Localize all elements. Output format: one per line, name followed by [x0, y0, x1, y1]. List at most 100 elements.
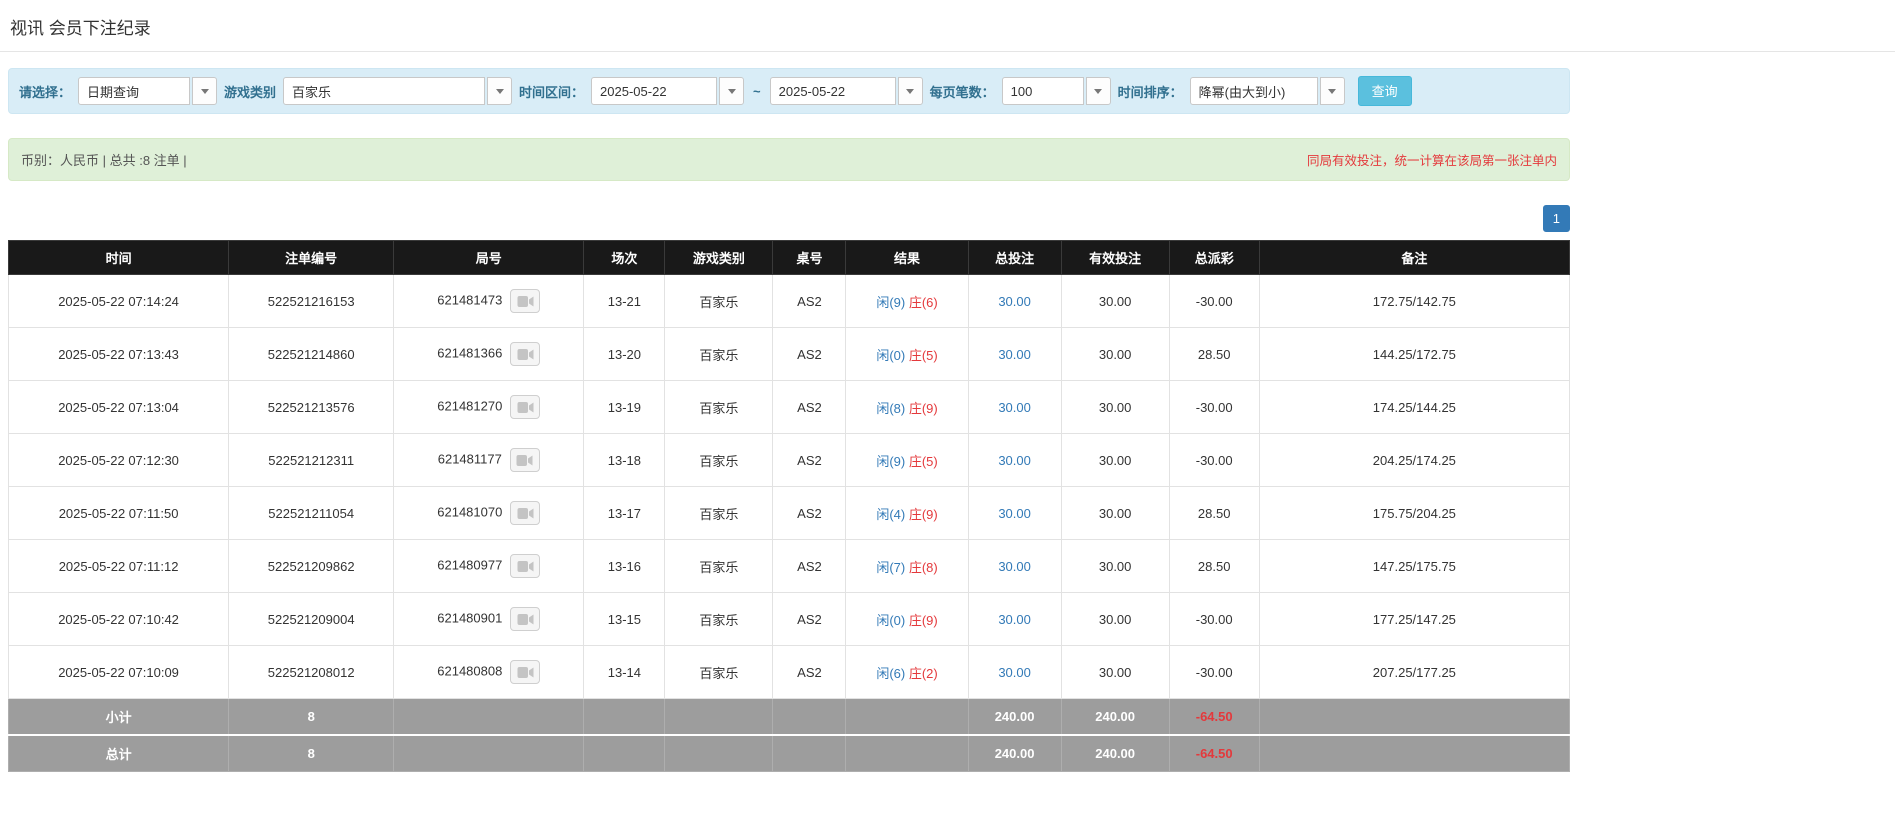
game-type-input[interactable]	[283, 77, 486, 105]
video-icon	[517, 560, 534, 572]
chevron-down-icon	[906, 88, 915, 94]
chevron-down-icon	[495, 88, 504, 94]
query-type-combo	[78, 77, 218, 105]
cell-valid-bet: 30.00	[1060, 433, 1170, 487]
cell-bet-id: 522521208012	[228, 645, 395, 699]
summary-bar: 币别：人民币 | 总共 :8 注单 | 同局有效投注，统一计算在该局第一张注单内	[8, 138, 1570, 181]
round-id-value: 621480808	[437, 663, 503, 679]
cell-valid-bet: 30.00	[1060, 486, 1170, 540]
cell-valid-bet: 30.00	[1060, 592, 1170, 646]
query-type-caret-button[interactable]	[192, 77, 218, 105]
page-size-input[interactable]	[1001, 77, 1084, 105]
cell-payout: 28.50	[1168, 539, 1260, 593]
total-bet-link[interactable]: 30.00	[998, 453, 1031, 468]
cell-valid-bet: 30.00	[1060, 539, 1170, 593]
date-to-combo	[769, 77, 923, 105]
cell-round-id: 621480901	[393, 592, 585, 646]
cell-table: AS2	[772, 380, 847, 434]
video-icon	[517, 666, 534, 678]
cell-valid-bet: 30.00	[1060, 645, 1170, 699]
cell-valid-bet: 30.00	[1060, 327, 1170, 381]
video-replay-button[interactable]	[510, 660, 541, 684]
cell-game-type: 百家乐	[664, 433, 774, 487]
search-button[interactable]: 查询	[1357, 76, 1412, 106]
total-bet-link[interactable]: 30.00	[998, 559, 1031, 574]
video-replay-button[interactable]	[510, 501, 541, 525]
cell-time: 2025-05-22 07:10:42	[7, 592, 230, 646]
total-bet-link[interactable]: 30.00	[998, 400, 1031, 415]
cell-session: 13-15	[583, 592, 666, 646]
total-bet-link[interactable]: 30.00	[998, 665, 1031, 680]
date-to-caret-button[interactable]	[897, 77, 923, 105]
valid-bet-notice: 同局有效投注，统一计算在该局第一张注单内	[1306, 154, 1557, 168]
cell-result: 闲(4) 庄(9)	[845, 486, 969, 540]
time-range-label: 时间区间：	[519, 84, 585, 100]
table-row: 2025-05-22 07:10:42 522521209004 6214809…	[7, 592, 1571, 646]
cell-total-bet: 30.00	[967, 645, 1062, 699]
query-type-input[interactable]	[78, 77, 191, 105]
cell-result: 闲(7) 庄(8)	[845, 539, 969, 593]
date-from-input[interactable]	[591, 77, 718, 105]
total-bet-link[interactable]: 30.00	[998, 347, 1031, 362]
result-banker: 庄(8)	[908, 559, 938, 575]
video-replay-button[interactable]	[510, 554, 541, 578]
cell-payout: -30.00	[1168, 433, 1260, 487]
col-header-game-type: 游戏类别	[664, 240, 774, 275]
table-row: 2025-05-22 07:13:43 522521214860 6214813…	[7, 327, 1571, 381]
total-bet-link[interactable]: 30.00	[998, 612, 1031, 627]
col-header-payout: 总派彩	[1168, 240, 1260, 275]
video-replay-button[interactable]	[510, 342, 541, 366]
game-type-combo	[283, 77, 513, 105]
currency-total-text: 币别：人民币 | 总共 :8 注单 |	[21, 153, 187, 168]
subtotal-valid-bet: 240.00	[1060, 698, 1170, 736]
result-banker: 庄(9)	[908, 400, 938, 416]
round-id-value: 621481270	[437, 398, 503, 414]
game-type-caret-button[interactable]	[487, 77, 513, 105]
cell-result: 闲(9) 庄(5)	[845, 433, 969, 487]
total-bet-link[interactable]: 30.00	[998, 506, 1031, 521]
pagination: 1	[8, 205, 1570, 232]
cell-remark: 172.75/142.75	[1258, 274, 1571, 328]
video-replay-button[interactable]	[510, 395, 541, 419]
page-size-caret-button[interactable]	[1085, 77, 1111, 105]
cell-total-bet: 30.00	[967, 380, 1062, 434]
video-replay-button[interactable]	[510, 607, 541, 631]
total-count: 8	[228, 734, 395, 772]
date-from-combo	[591, 77, 745, 105]
video-icon	[517, 348, 534, 360]
table-row: 2025-05-22 07:10:09 522521208012 6214808…	[7, 645, 1571, 699]
sort-input[interactable]	[1189, 77, 1318, 105]
cell-remark: 207.25/177.25	[1258, 645, 1571, 699]
result-player: 闲(9)	[876, 453, 906, 469]
col-header-total-bet: 总投注	[967, 240, 1062, 275]
result-player: 闲(8)	[876, 400, 906, 416]
cell-time: 2025-05-22 07:11:12	[7, 539, 230, 593]
video-icon	[516, 454, 533, 466]
total-bet-link[interactable]: 30.00	[998, 294, 1031, 309]
subtotal-payout: -64.50	[1168, 698, 1260, 736]
cell-round-id: 621481270	[393, 380, 585, 434]
date-range-separator: ~	[753, 83, 761, 99]
cell-bet-id: 522521209862	[228, 539, 395, 593]
round-id-value: 621480977	[437, 557, 503, 573]
table-row: 2025-05-22 07:11:50 522521211054 6214810…	[7, 486, 1571, 540]
total-row: 总计 8 240.00 240.00 -64.50	[7, 734, 1571, 772]
result-banker: 庄(9)	[908, 506, 938, 522]
cell-remark: 204.25/174.25	[1258, 433, 1571, 487]
page-1-button[interactable]: 1	[1542, 205, 1570, 232]
video-replay-button[interactable]	[509, 448, 540, 472]
sort-combo	[1189, 77, 1345, 105]
sort-caret-button[interactable]	[1319, 77, 1345, 105]
sort-label: 时间排序：	[1117, 84, 1183, 100]
video-replay-button[interactable]	[510, 289, 541, 313]
date-to-input[interactable]	[769, 77, 896, 105]
date-from-caret-button[interactable]	[719, 77, 745, 105]
cell-total-bet: 30.00	[967, 274, 1062, 328]
cell-time: 2025-05-22 07:12:30	[7, 433, 230, 487]
game-type-label: 游戏类别	[224, 84, 277, 100]
cell-time: 2025-05-22 07:11:50	[7, 486, 230, 540]
round-id-value: 621481070	[437, 504, 503, 520]
cell-table: AS2	[772, 433, 847, 487]
cell-valid-bet: 30.00	[1060, 274, 1170, 328]
cell-result: 闲(0) 庄(9)	[845, 592, 969, 646]
